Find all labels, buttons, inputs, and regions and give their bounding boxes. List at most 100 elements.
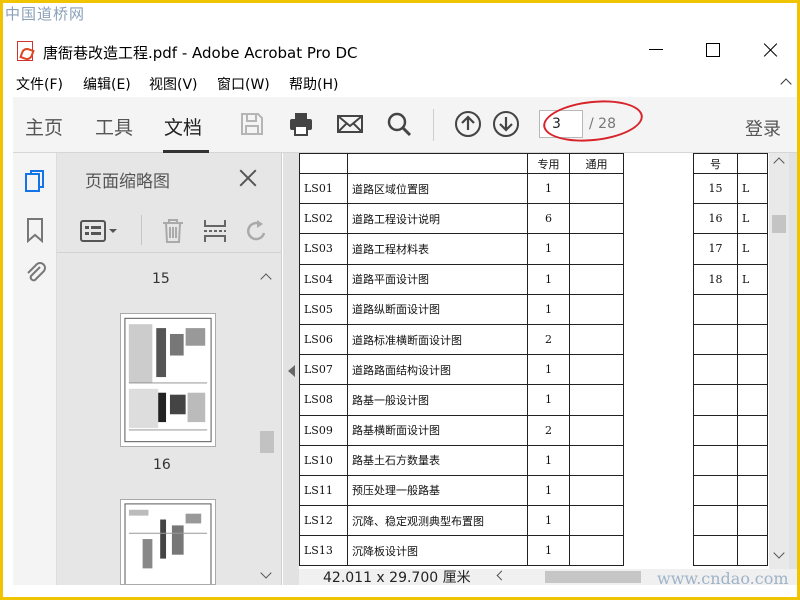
drawing-name-cell: 路基一般设计图 <box>347 384 528 416</box>
right-index-cell <box>693 535 738 567</box>
drawing-name-cell: 道路路面结构设计图 <box>347 354 528 386</box>
document-vertical-scrollbar[interactable] <box>769 153 789 569</box>
maximize-button[interactable] <box>693 35 733 65</box>
drawing-name-cell: 预压处理一般路基 <box>347 474 528 507</box>
thumbnail-scrollbar[interactable] <box>257 265 277 585</box>
drawing-code-cell: LS03 <box>299 233 348 265</box>
general-cell <box>569 384 624 416</box>
general-cell <box>569 323 624 356</box>
scrollbar-thumb[interactable] <box>260 431 274 453</box>
menu-file[interactable]: 文件(F) <box>16 74 63 94</box>
pdf-page: 专用 通用 号 LS01 道路区域位置图 1 15 L LS02 道路工程设计说明 6 16 L L… <box>299 153 769 569</box>
sheet-count-cell: 2 <box>527 323 570 356</box>
sheet-count-cell: 1 <box>527 444 570 476</box>
drawing-code-cell: LS10 <box>299 444 348 476</box>
table-row: LS06 道路标准横断面设计图 2 <box>299 323 768 356</box>
toolbar-separator <box>141 215 142 245</box>
previous-page-arrow-icon[interactable] <box>288 365 295 377</box>
gap-cell <box>624 324 694 354</box>
right-index-cell <box>693 444 738 476</box>
page-thumbnail-16[interactable] <box>120 313 216 447</box>
right-code-cell: L <box>737 172 768 205</box>
search-icon[interactable] <box>385 110 413 138</box>
drawing-name-cell: 道路工程设计说明 <box>347 203 528 235</box>
page-down-icon[interactable] <box>492 110 520 138</box>
gap-cell <box>624 355 694 385</box>
general-cell <box>569 203 624 235</box>
menu-window[interactable]: 窗口(W) <box>217 74 270 94</box>
gap-cell <box>624 264 694 294</box>
highlight-annotation-circle <box>541 95 645 147</box>
drawing-code-cell: LS08 <box>299 384 348 416</box>
save-icon[interactable] <box>238 110 266 138</box>
horizontal-scrollbar-thumb[interactable] <box>545 571 641 583</box>
menu-edit[interactable]: 编辑(E) <box>83 74 131 94</box>
table-row: LS10 路基土石方数量表 1 <box>299 444 768 476</box>
insert-page-icon[interactable] <box>202 217 228 245</box>
right-index-cell: 18 <box>693 263 738 295</box>
scroll-down-icon[interactable] <box>261 569 271 579</box>
table-row: LS09 路基横断面设计图 2 <box>299 414 768 446</box>
table-row: LS11 预压处理一般路基 1 <box>299 474 768 507</box>
tab-document[interactable]: 文档 <box>164 113 202 140</box>
sheet-count-cell: 1 <box>527 474 570 507</box>
general-cell <box>569 172 624 205</box>
right-index-cell: 17 <box>693 233 738 265</box>
bookmark-icon[interactable] <box>23 217 47 243</box>
gap-cell <box>624 536 694 566</box>
header-general: 通用 <box>569 153 624 174</box>
page-thumbnails-icon[interactable] <box>23 169 47 195</box>
sheet-count-cell: 1 <box>527 505 570 537</box>
table-row: LS03 道路工程材料表 1 17 L <box>299 233 768 265</box>
general-cell <box>569 535 624 567</box>
page-thumbnails-panel: 页面缩略图 15 16 <box>57 153 282 585</box>
tab-tools[interactable]: 工具 <box>95 113 133 140</box>
drawing-code-cell: LS06 <box>299 323 348 356</box>
right-index-cell <box>693 323 738 356</box>
collapse-menu-icon[interactable] <box>781 77 791 87</box>
right-code-cell <box>737 384 768 416</box>
table-row: LS08 路基一般设计图 1 <box>299 384 768 416</box>
drawing-code-cell: LS04 <box>299 263 348 295</box>
drawing-name-cell: 路基横断面设计图 <box>347 414 528 446</box>
sign-in-button[interactable]: 登录 <box>745 115 781 141</box>
page-options-icon[interactable] <box>79 217 119 245</box>
watermark-logo-top: 中国道桥网 <box>5 5 86 23</box>
scroll-up-icon[interactable] <box>774 155 784 165</box>
rotate-icon[interactable] <box>244 217 270 245</box>
drawing-name-cell: 道路标准横断面设计图 <box>347 323 528 356</box>
watermark-url-bottom: www.cndao.com <box>657 569 789 588</box>
delete-icon[interactable] <box>160 217 186 245</box>
header-number: 号 <box>693 153 738 174</box>
table-row: LS07 道路路面结构设计图 1 <box>299 354 768 386</box>
drawing-name-cell: 道路纵断面设计图 <box>347 293 528 325</box>
general-cell <box>569 263 624 295</box>
scroll-down-icon[interactable] <box>774 549 784 559</box>
sheet-count-cell: 1 <box>527 172 570 205</box>
scrollbar-thumb[interactable] <box>772 215 786 233</box>
toolbar-separator <box>433 109 434 141</box>
attachment-icon[interactable] <box>23 259 47 285</box>
print-icon[interactable] <box>287 110 315 138</box>
scroll-up-icon[interactable] <box>261 271 271 281</box>
menu-view[interactable]: 视图(V) <box>149 74 198 94</box>
sheet-count-cell: 1 <box>527 233 570 265</box>
email-icon[interactable] <box>336 110 364 138</box>
sheet-count-cell: 1 <box>527 293 570 325</box>
right-code-cell <box>737 535 768 567</box>
right-code-cell <box>737 505 768 537</box>
drawing-code-cell: LS13 <box>299 535 348 567</box>
right-index-cell <box>693 384 738 416</box>
scroll-left-icon[interactable] <box>495 571 505 581</box>
menu-help[interactable]: 帮助(H) <box>289 74 338 94</box>
gap-cell <box>624 204 694 234</box>
page-up-icon[interactable] <box>454 110 482 138</box>
minimize-button[interactable] <box>637 35 677 65</box>
general-cell <box>569 293 624 325</box>
close-panel-icon[interactable] <box>237 167 259 189</box>
page-thumbnail-17[interactable] <box>120 499 216 585</box>
menu-bar: 文件(F) 编辑(E) 视图(V) 窗口(W) 帮助(H) <box>3 71 797 97</box>
gap-cell <box>624 294 694 324</box>
tab-home[interactable]: 主页 <box>25 113 63 140</box>
close-window-button[interactable] <box>751 35 791 65</box>
